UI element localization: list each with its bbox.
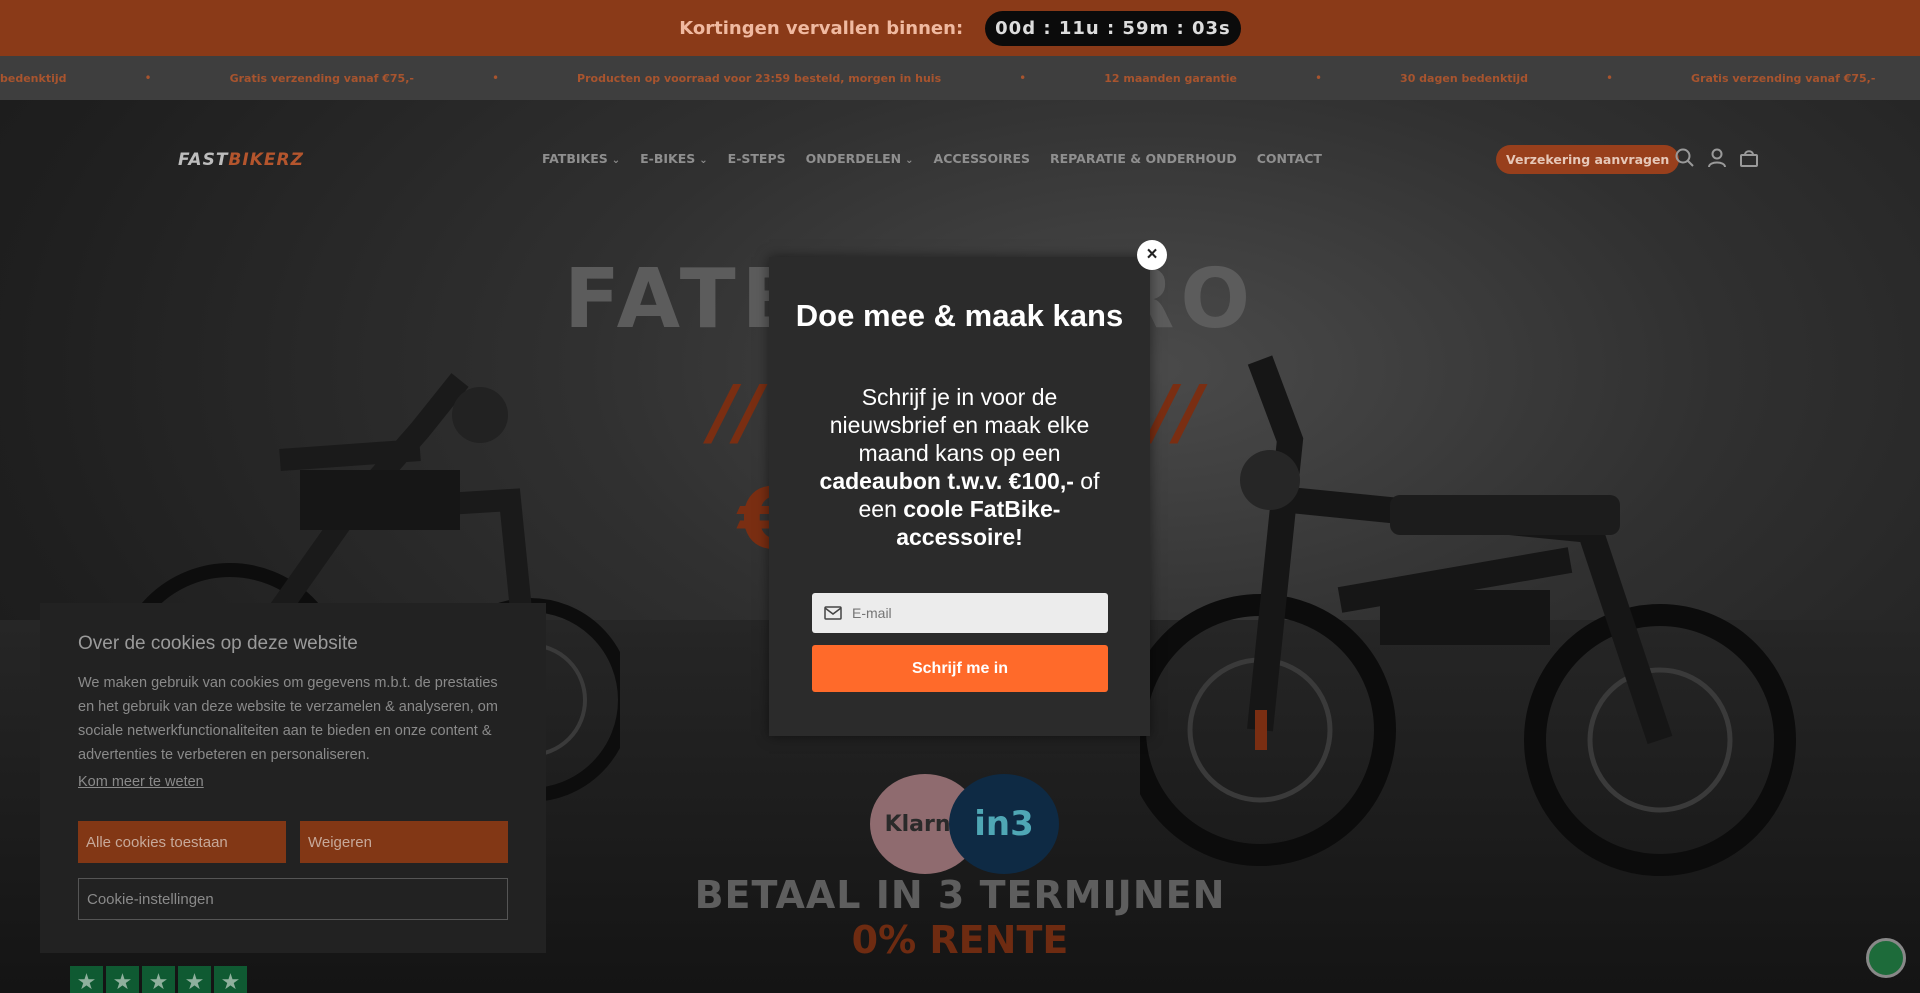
usp-item: Gratis verzending vanaf €75,-: [1691, 71, 1876, 85]
hero-slashes-right: //: [1150, 370, 1203, 454]
menu-item-label: ONDERDELEN: [805, 151, 902, 166]
star-icon: ★: [178, 966, 211, 993]
star-icon: ★: [70, 966, 103, 993]
popup-title: Doe mee & maak kans: [795, 298, 1124, 333]
whatsapp-icon[interactable]: [1866, 938, 1906, 978]
cookie-learn-more-link[interactable]: Kom meer te weten: [78, 774, 204, 790]
usp-separator: •: [144, 71, 152, 85]
menu-item-label: E-BIKES: [640, 151, 696, 166]
mail-icon: [824, 606, 842, 620]
hero-slashes-left: //: [710, 370, 763, 454]
menu-item-label: ACCESSOIRES: [933, 151, 1030, 166]
usp-separator: •: [1019, 71, 1027, 85]
usp-marquee: bedenktijd • Gratis verzending vanaf €75…: [0, 56, 1920, 100]
usp-item: Gratis verzending vanaf €75,-: [229, 71, 414, 85]
usp-separator: •: [1605, 71, 1614, 85]
email-field[interactable]: [812, 593, 1108, 633]
decline-cookies-button[interactable]: Weigeren: [300, 821, 508, 863]
cookie-text: We maken gebruik van cookies om gegevens…: [78, 675, 498, 763]
chevron-down-icon: ⌄: [699, 155, 708, 166]
accept-all-cookies-button[interactable]: Alle cookies toestaan: [78, 821, 286, 863]
cookie-banner: Over de cookies op deze website We maken…: [40, 603, 546, 953]
site-logo[interactable]: FASTBIKERZ: [178, 150, 304, 170]
menu-item-reparatie[interactable]: REPARATIE & ONDERHOUD: [1050, 151, 1237, 166]
menu-item-fatbikes[interactable]: FATBIKES ⌄: [542, 151, 620, 166]
subscribe-button[interactable]: Schrijf me in: [812, 645, 1108, 692]
close-popup-button[interactable]: ×: [1137, 240, 1167, 270]
star-icon: ★: [142, 966, 175, 993]
usp-track: bedenktijd • Gratis verzending vanaf €75…: [0, 56, 1920, 100]
trustpilot-stars: ★ ★ ★ ★ ★: [70, 966, 247, 993]
menu-item-e-steps[interactable]: E-STEPS: [728, 151, 786, 166]
main-header: FASTBIKERZ FATBIKES ⌄ E-BIKES ⌄ E-STEPS ON…: [0, 142, 1920, 176]
in3-logo: in3: [949, 774, 1059, 874]
usp-item: bedenktijd: [0, 71, 67, 85]
menu-item-contact[interactable]: CONTACT: [1257, 151, 1322, 166]
main-menu: FATBIKES ⌄ E-BIKES ⌄ E-STEPS ONDERDELEN ⌄ A…: [542, 151, 1322, 166]
menu-item-label: REPARATIE & ONDERHOUD: [1050, 151, 1237, 166]
menu-item-e-bikes[interactable]: E-BIKES ⌄: [640, 151, 708, 166]
email-input[interactable]: [852, 605, 1082, 621]
countdown-label: Kortingen vervallen binnen:: [679, 17, 964, 39]
popup-body-bold-1: cadeaubon t.w.v. €100,-: [819, 468, 1074, 494]
popup-body: Schrijf je in voor de nieuwsbrief en maa…: [817, 383, 1102, 551]
menu-item-accessoires[interactable]: ACCESSOIRES: [934, 151, 1030, 166]
chevron-down-icon: ⌄: [905, 155, 914, 166]
search-icon[interactable]: [1674, 147, 1696, 169]
countdown-timer: 00d : 11u : 59m : 03s: [985, 10, 1241, 46]
cookie-title: Over de cookies op deze website: [78, 633, 358, 654]
star-icon: ★: [214, 966, 247, 993]
popup-body-bold-2: coole FatBike-accessoire!: [896, 496, 1061, 550]
usp-separator: •: [1314, 71, 1323, 85]
menu-item-label: CONTACT: [1256, 151, 1322, 166]
popup-body-text-1: Schrijf je in voor de nieuwsbrief en maa…: [829, 384, 1090, 466]
account-icon[interactable]: [1706, 147, 1728, 169]
menu-item-label: E-STEPS: [727, 151, 786, 166]
chevron-down-icon: ⌄: [611, 155, 621, 166]
announcement-bar: Kortingen vervallen binnen: 00d : 11u : …: [0, 0, 1920, 56]
star-icon: ★: [106, 966, 139, 993]
newsletter-popup: Doe mee & maak kans Schrijf je in voor d…: [769, 257, 1150, 736]
logo-bikerz: BIKERZ: [228, 150, 304, 170]
menu-item-label: FATBIKES: [542, 151, 608, 166]
cookie-settings-button[interactable]: Cookie-instellingen: [78, 878, 508, 920]
usp-separator: •: [491, 71, 500, 85]
logo-fast: FAST: [178, 150, 229, 170]
fatbike-right-image: [1140, 355, 1796, 876]
menu-item-onderdelen[interactable]: ONDERDELEN ⌄: [806, 151, 914, 166]
cart-icon[interactable]: [1738, 147, 1760, 169]
usp-item: 12 maanden garantie: [1104, 71, 1237, 85]
usp-item: 30 dagen bedenktijd: [1400, 71, 1528, 85]
insurance-button[interactable]: Verzekering aanvragen: [1496, 145, 1680, 174]
usp-item: Producten op voorraad voor 23:59 besteld…: [577, 71, 942, 85]
